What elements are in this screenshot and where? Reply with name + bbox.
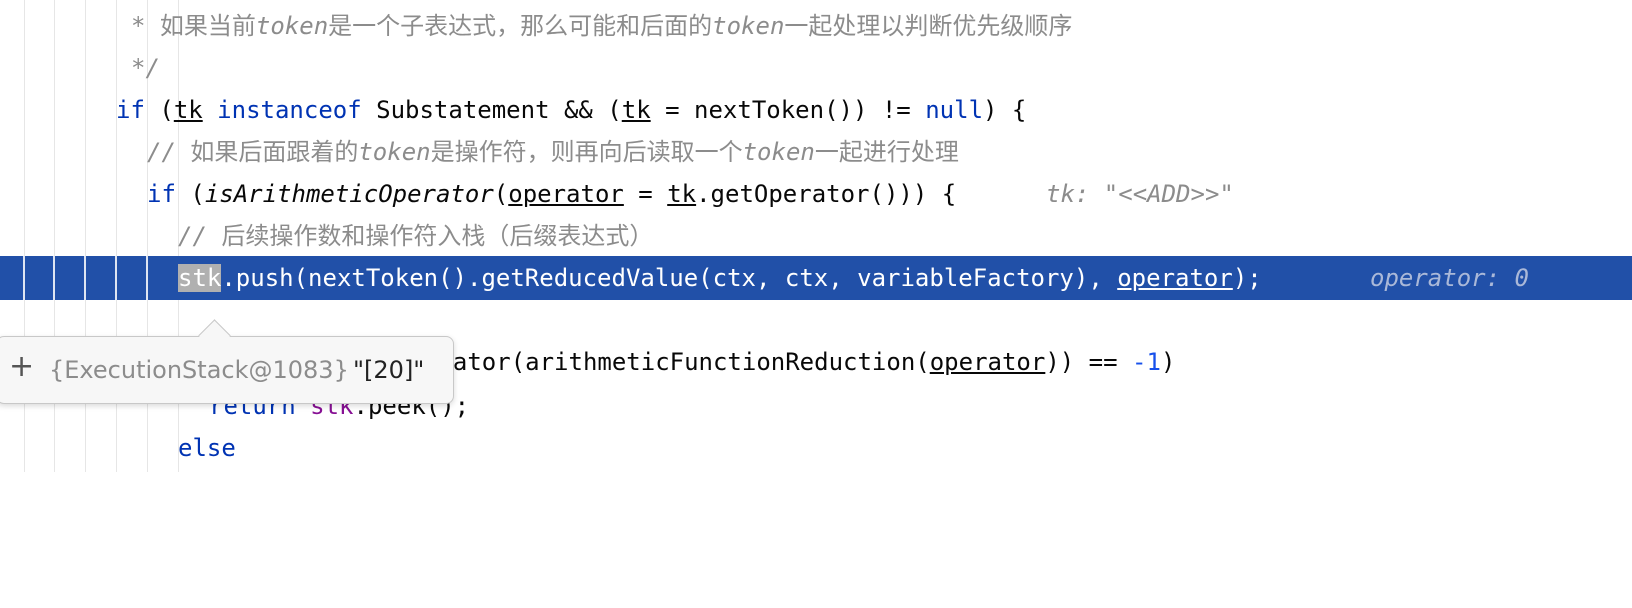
plus-icon[interactable]: + xyxy=(9,349,34,385)
indent-marker xyxy=(23,256,25,300)
comment-token-word: token xyxy=(358,138,431,166)
selected-variable-stk[interactable]: stk xyxy=(178,264,222,292)
method-isArithmeticOperator: isArithmeticOperator xyxy=(204,180,494,208)
code-text: ); xyxy=(1232,264,1262,292)
variable-operator: operator xyxy=(929,348,1046,376)
variable-operator: operator xyxy=(508,180,624,208)
code-text: ( xyxy=(493,180,509,208)
comment-text: 是一个子表达式，那么可能和后面的 xyxy=(328,12,713,40)
indent-marker xyxy=(115,256,117,300)
inline-debug-value: tk: "<<ADD>>" xyxy=(1046,180,1234,208)
variable-tk: tk xyxy=(173,96,203,124)
comment-text: 如果后面跟着的 xyxy=(190,138,359,166)
indent-marker xyxy=(84,256,86,300)
comment-slashes: // xyxy=(178,222,222,250)
keyword-null: null xyxy=(925,96,984,124)
comment-text: 如果当前 xyxy=(159,12,256,40)
code-text: ( xyxy=(144,96,174,124)
code-line-comment-end[interactable]: */ xyxy=(0,46,1632,90)
comment-end: */ xyxy=(131,54,160,82)
keyword-if: if xyxy=(116,96,145,124)
inline-debug-value: operator: 0 xyxy=(1370,264,1529,292)
code-text: ) xyxy=(1160,348,1176,376)
comment-star: * xyxy=(131,12,160,40)
comment-text: 后续操作数和操作符入栈（后缀表达式） xyxy=(221,222,654,250)
comment-token-word: token xyxy=(742,138,815,166)
variable-tk: tk xyxy=(621,96,651,124)
comment-text: 一起处理以判断优先级顺序 xyxy=(784,12,1073,40)
variable-tk: tk xyxy=(667,180,697,208)
code-line-if-arithmetic[interactable]: if (isArithmeticOperator(operator = tk.g… xyxy=(0,172,1632,216)
comment-text: 一起进行处理 xyxy=(814,138,959,166)
code-line-comment[interactable]: * 如果当前token是一个子表达式，那么可能和后面的token一起处理以判断优… xyxy=(0,4,1632,48)
tooltip-arrow xyxy=(198,319,231,352)
code-line-if-instanceof[interactable]: if (tk instanceof Substatement && (tk = … xyxy=(0,88,1632,132)
keyword-else: else xyxy=(178,434,236,462)
code-text: = xyxy=(623,180,668,208)
code-line-comment[interactable]: // 后续操作数和操作符入栈（后缀表达式） xyxy=(0,214,1632,258)
number-literal: -1 xyxy=(1132,348,1161,376)
comment-token-word: token xyxy=(712,12,785,40)
indent-marker xyxy=(146,256,148,300)
keyword-instanceof: instanceof xyxy=(217,96,362,124)
comment-slashes: // xyxy=(147,138,191,166)
variable-operator: operator xyxy=(1117,264,1233,292)
code-line-else[interactable]: else xyxy=(0,426,1632,470)
object-value: "[20]" xyxy=(353,356,425,384)
code-text: ( xyxy=(175,180,205,208)
indent-marker xyxy=(53,256,55,300)
code-line-current-execution[interactable]: stk.push(nextToken().getReducedValue(ctx… xyxy=(0,256,1632,300)
code-text: .getOperator())) { xyxy=(696,180,957,208)
code-text: Substatement && ( xyxy=(361,96,622,124)
code-line-comment[interactable]: // 如果后面跟着的token是操作符，则再向后读取一个token一起进行处理 xyxy=(0,130,1632,174)
code-text: .push(nextToken().getReducedValue(ctx, c… xyxy=(221,264,1118,292)
keyword-if: if xyxy=(147,180,176,208)
code-text: ) { xyxy=(983,96,1027,124)
debug-value-tooltip[interactable]: + {ExecutionStack@1083} "[20]" xyxy=(0,319,454,404)
code-text: )) == xyxy=(1045,348,1133,376)
code-text: = nextToken()) != xyxy=(650,96,926,124)
comment-text: 是操作符，则再向后读取一个 xyxy=(430,138,743,166)
object-label: {ExecutionStack@1083} xyxy=(49,356,349,384)
comment-token-word: token xyxy=(255,12,329,40)
code-text: erator(arithmeticFunctionReduction( xyxy=(424,348,930,376)
